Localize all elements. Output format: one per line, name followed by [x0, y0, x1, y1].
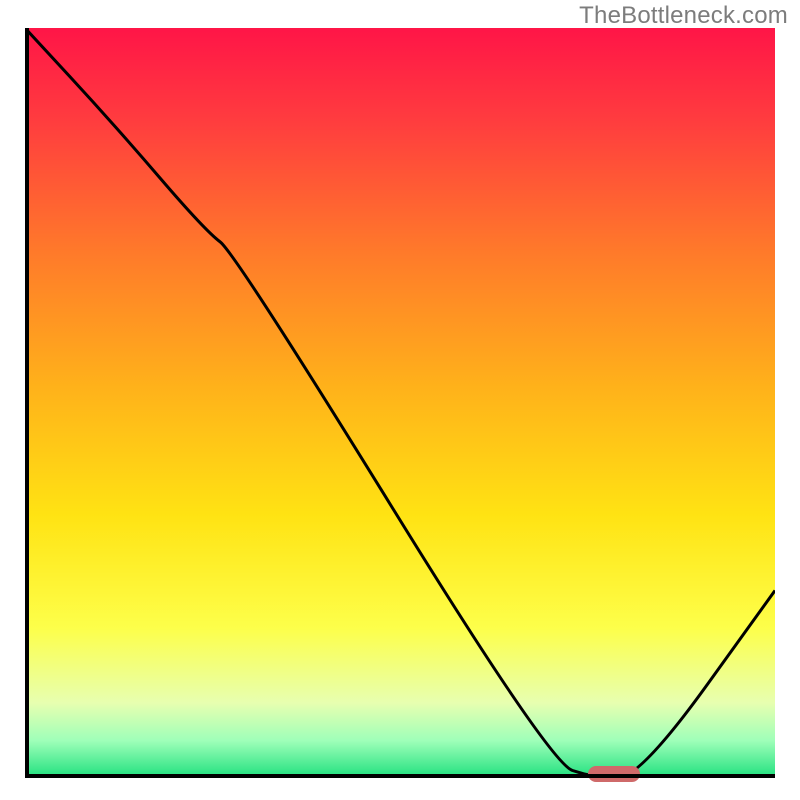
- x-axis: [25, 774, 775, 778]
- watermark-label: TheBottleneck.com: [579, 2, 788, 30]
- y-axis: [25, 28, 29, 778]
- plot-area: [25, 28, 775, 778]
- bottleneck-curve: [25, 28, 775, 778]
- chart-container: TheBottleneck.com: [0, 0, 800, 800]
- curve-layer: [25, 28, 775, 778]
